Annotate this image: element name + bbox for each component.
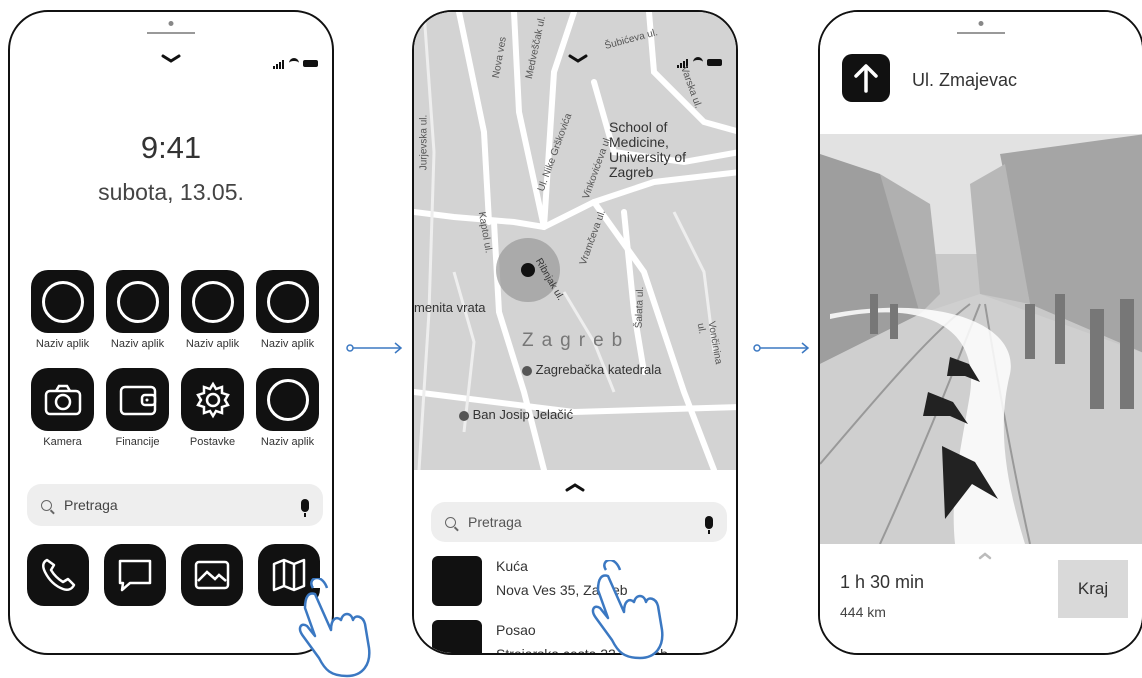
notch-dot <box>168 21 174 26</box>
app-postavke[interactable]: Postavke <box>175 368 250 448</box>
poi-pin-icon <box>522 365 532 376</box>
battery-icon <box>707 58 722 66</box>
phone-icon <box>42 558 76 592</box>
poi-pin-icon <box>459 410 469 421</box>
search-bar[interactable]: Pretraga <box>431 502 727 542</box>
ar-street-view <box>820 134 1142 544</box>
end-navigation-button[interactable]: Kraj <box>1058 560 1128 618</box>
app-icon-1[interactable]: Naziv aplik <box>25 270 100 350</box>
street-name: Ul. Zmajevac <box>912 70 1018 90</box>
gallery-icon <box>194 560 230 590</box>
app-label: Naziv aplik <box>260 436 315 448</box>
turn-instruction <box>842 54 890 102</box>
dock-phone[interactable] <box>27 544 89 606</box>
remaining-distance: 444 km <box>840 604 886 620</box>
flow-arrow-icon <box>753 342 810 354</box>
circle-icon <box>116 280 159 323</box>
tap-hand-icon <box>591 560 664 660</box>
dock <box>27 544 320 606</box>
search-icon <box>41 499 52 511</box>
app-label: Naziv aplik <box>260 338 315 350</box>
navigation-phone: Ul. Zmajevac 1 h 30 min 444 km Kraj <box>818 10 1142 655</box>
app-icon-4[interactable]: Naziv aplik <box>250 270 325 350</box>
gear-icon <box>195 381 230 418</box>
search-placeholder: Pretraga <box>64 497 118 513</box>
circle-icon <box>266 280 309 323</box>
circle-icon <box>266 378 309 421</box>
circle-icon <box>41 280 84 323</box>
app-label: Naziv aplik <box>110 338 165 350</box>
microphone-icon[interactable] <box>705 515 713 534</box>
search-icon <box>445 516 456 528</box>
notch-dot <box>978 21 984 26</box>
chevron-up-icon[interactable] <box>565 482 585 492</box>
map-label-school: School of Medicine, University of Zagreb <box>609 119 687 180</box>
search-bar[interactable]: Pretraga <box>27 484 323 526</box>
signal-icon <box>273 57 285 69</box>
tap-hand-icon <box>298 578 371 678</box>
place-thumbnail <box>432 556 482 606</box>
dock-gallery[interactable] <box>181 544 243 606</box>
clock-date: subota, 13.05. <box>98 179 244 205</box>
eta-time: 1 h 30 min <box>840 572 925 592</box>
chevron-down-icon[interactable] <box>161 54 181 64</box>
bottom-sheet: Pretraga Kuća Nova Ves 35, Zagreb Posao … <box>414 470 736 653</box>
map-label-ban: Ban Josip Jelačić <box>459 407 573 422</box>
app-label: Naziv aplik <box>185 338 240 350</box>
navigation-header: Ul. Zmajevac <box>820 12 1142 134</box>
map-street-salata: Šalata ul. <box>633 286 647 329</box>
notch-line <box>957 32 1005 34</box>
app-icon-8[interactable]: Naziv aplik <box>250 368 325 448</box>
place-thumbnail <box>432 620 482 653</box>
app-label: Naziv aplik <box>35 338 90 350</box>
wallet-icon <box>119 385 156 415</box>
clock-time: 9:41 <box>140 130 202 165</box>
map-screen-phone: School of Medicine, University of Zagreb… <box>412 10 738 655</box>
app-camera[interactable]: Kamera <box>25 368 100 448</box>
trip-summary: 1 h 30 min 444 km Kraj <box>820 544 1142 653</box>
dock-messages[interactable] <box>104 544 166 606</box>
battery-icon <box>303 59 318 67</box>
app-icon-2[interactable]: Naziv aplik <box>100 270 175 350</box>
app-financije[interactable]: Financije <box>100 368 175 448</box>
map-view[interactable]: School of Medicine, University of Zagreb… <box>414 12 736 470</box>
map-label-katedrala: Zagrebačka katedrala <box>522 362 661 377</box>
flow-arrow-icon <box>346 342 403 354</box>
map-label-zagreb: Zagreb <box>522 330 631 351</box>
microphone-icon[interactable] <box>301 498 309 517</box>
notch-line <box>147 32 195 34</box>
home-screen-phone: 9:41 subota, 13.05. Naziv aplik Naziv ap… <box>8 10 334 655</box>
map-label-menita: menita vrata <box>414 300 486 315</box>
app-icon-3[interactable]: Naziv aplik <box>175 270 250 350</box>
camera-icon <box>44 384 81 415</box>
app-grid: Naziv aplik Naziv aplik Naziv aplik Nazi… <box>25 270 325 448</box>
search-placeholder: Pretraga <box>468 514 522 530</box>
wifi-icon <box>289 57 299 69</box>
map-street-jurjevska: Jurjevska ul. <box>418 114 430 171</box>
wifi-icon <box>693 56 703 68</box>
circle-icon <box>191 280 234 323</box>
app-label: Kamera <box>43 436 82 448</box>
arrow-up-icon <box>854 64 878 93</box>
status-bar <box>273 57 318 69</box>
chevron-up-icon[interactable] <box>978 552 992 560</box>
chevron-down-icon[interactable] <box>568 54 588 64</box>
app-label: Financije <box>115 436 160 448</box>
message-icon <box>118 559 152 592</box>
app-label: Postavke <box>189 436 236 448</box>
